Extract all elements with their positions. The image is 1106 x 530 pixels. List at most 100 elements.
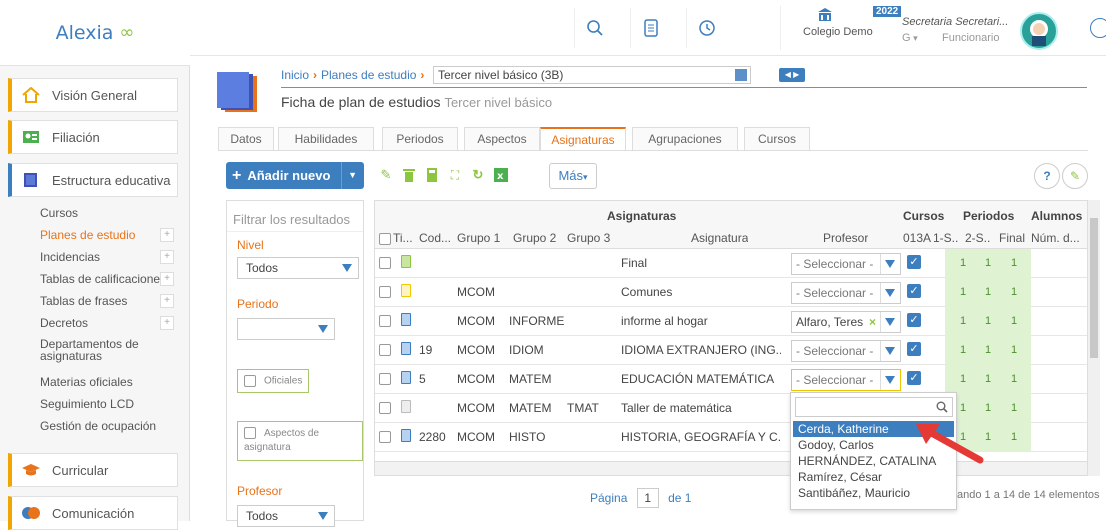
plan-selector[interactable]: Tercer nivel básico (3B)	[433, 66, 751, 84]
profesor-select[interactable]: - Seleccionar -	[791, 340, 901, 362]
dropdown-option[interactable]: Santibáñez, Mauricio	[793, 485, 954, 501]
page-input[interactable]: 1	[636, 488, 659, 508]
checkbox-checked[interactable]: ✓	[907, 255, 921, 269]
expand-tablas-frases-icon[interactable]: +	[160, 294, 174, 308]
table-row[interactable]: MCOM Comunes - Seleccionar - ✓ 1 1 1	[375, 278, 1087, 307]
subnav-cursos[interactable]: Cursos	[40, 206, 78, 220]
row-checkbox[interactable]	[379, 431, 391, 443]
vertical-scrollbar[interactable]	[1088, 200, 1100, 476]
checkbox-box[interactable]	[244, 427, 256, 440]
checkbox-box[interactable]	[244, 375, 256, 387]
subnav-gestion-ocupacion[interactable]: Gestión de ocupación	[40, 419, 156, 433]
subnav-departamentos[interactable]: Departamentos de asignaturas	[40, 338, 175, 362]
edit-circle-icon[interactable]: ✎	[1062, 163, 1088, 189]
nav-curricular[interactable]: Curricular	[8, 453, 178, 487]
calculator-icon[interactable]	[421, 163, 443, 187]
nav-vision-general[interactable]: Visión General	[8, 78, 178, 112]
checkbox-checked[interactable]: ✓	[907, 342, 921, 356]
col-codigo[interactable]: Cod...	[419, 231, 453, 245]
chevron-down-icon[interactable]: ▼	[348, 170, 357, 180]
subnav-tablas-frases[interactable]: Tablas de frases	[40, 294, 127, 308]
profesor-select[interactable]: - Seleccionar -	[791, 253, 901, 275]
col-num-alumnos[interactable]: Núm. d...	[1031, 231, 1087, 245]
scrollbar-thumb[interactable]	[1090, 218, 1098, 358]
row-checkbox[interactable]	[379, 286, 391, 298]
aspectos-checkbox[interactable]: Aspectos de asignatura	[237, 421, 363, 461]
profesor-select[interactable]: - Seleccionar -	[791, 282, 901, 304]
row-checkbox[interactable]	[379, 402, 391, 414]
refresh-icon[interactable]: ↻	[467, 163, 489, 187]
periodo-select[interactable]	[237, 318, 335, 340]
nivel-select[interactable]: Todos	[237, 257, 359, 279]
dropdown-option[interactable]: Ramírez, César	[793, 469, 954, 485]
subnav-materias-oficiales[interactable]: Materias oficiales	[40, 375, 133, 389]
prev-next-arrows[interactable]: ◀ ▶	[779, 68, 805, 82]
table-row[interactable]: Final - Seleccionar - ✓ 1 1 1	[375, 249, 1087, 278]
subnav-planes-de-estudio[interactable]: Planes de estudio	[40, 228, 135, 242]
app-logo[interactable]: Alexia ∞	[0, 0, 190, 66]
subnav-incidencias[interactable]: Incidencias	[40, 250, 100, 264]
help-button[interactable]: ?	[1034, 163, 1060, 189]
nav-filiacion[interactable]: Filiación	[8, 120, 178, 154]
tab-habilidades[interactable]: Habilidades	[278, 127, 374, 151]
profesor-select[interactable]: Alfaro, Teres ×	[791, 311, 901, 333]
table-row[interactable]: 19 MCOM IDIOM IDIOMA EXTRANJERO (ING... …	[375, 336, 1087, 365]
profesor-select[interactable]: Todos	[237, 505, 335, 527]
filter-input[interactable]: Filtrar los resultados	[233, 212, 350, 227]
nav-comunicacion[interactable]: Comunicación	[8, 496, 178, 530]
subnav-seguimiento-lcd[interactable]: Seguimiento LCD	[40, 397, 134, 411]
tab-periodos[interactable]: Periodos	[382, 127, 458, 151]
dropdown-search-input[interactable]	[795, 397, 953, 417]
add-new-button[interactable]: + Añadir nuevo ▼	[226, 162, 364, 189]
school-selector[interactable]: Colegio Demo 2022	[780, 6, 910, 50]
search-icon[interactable]	[574, 8, 614, 48]
col-grupo1[interactable]: Grupo 1	[457, 231, 500, 245]
col-1s[interactable]: 1-S...	[933, 231, 959, 245]
col-profesor[interactable]: Profesor	[823, 231, 868, 245]
breadcrumb-inicio[interactable]: Inicio	[281, 68, 309, 82]
tab-agrupaciones[interactable]: Agrupaciones	[632, 127, 738, 151]
row-checkbox[interactable]	[379, 373, 391, 385]
table-row[interactable]: MCOM INFORME informe al hogar Alfaro, Te…	[375, 307, 1087, 336]
row-checkbox[interactable]	[379, 344, 391, 356]
expand-decretos-icon[interactable]: +	[160, 316, 174, 330]
col-final[interactable]: Final	[999, 231, 1025, 245]
checkbox-checked[interactable]: ✓	[907, 284, 921, 298]
expand-planes-icon[interactable]: +	[160, 228, 174, 242]
clear-icon[interactable]: ×	[869, 312, 876, 332]
logout-icon[interactable]	[1090, 18, 1106, 38]
avatar[interactable]	[1020, 12, 1058, 50]
tab-datos[interactable]: Datos	[218, 127, 274, 151]
breadcrumb-planes[interactable]: Planes de estudio	[321, 68, 416, 82]
col-asignatura[interactable]: Asignatura	[691, 231, 748, 245]
expand-tablas-calificaciones-icon[interactable]: +	[160, 272, 174, 286]
col-tipo[interactable]: Ti...	[393, 231, 415, 245]
more-button[interactable]: Más▾	[549, 163, 597, 189]
subnav-tablas-calificaciones[interactable]: Tablas de calificaciones	[40, 272, 166, 286]
row-checkbox[interactable]	[379, 257, 391, 269]
table-row[interactable]: 5 MCOM MATEM EDUCACIÓN MATEMÁTICA - Sele…	[375, 365, 1087, 394]
tab-aspectos[interactable]: Aspectos	[464, 127, 540, 151]
expand-incidencias-icon[interactable]: +	[160, 250, 174, 264]
tab-cursos[interactable]: Cursos	[744, 127, 810, 151]
row-checkbox[interactable]	[379, 315, 391, 327]
expand-icon[interactable]: ⛶	[444, 163, 466, 187]
profesor-select[interactable]: - Seleccionar -	[791, 369, 901, 391]
col-grupo2[interactable]: Grupo 2	[513, 231, 556, 245]
tab-asignaturas[interactable]: Asignaturas	[540, 127, 626, 151]
select-all-checkbox[interactable]	[379, 233, 391, 245]
delete-icon[interactable]	[398, 163, 420, 187]
oficiales-checkbox[interactable]: Oficiales	[237, 369, 310, 393]
excel-icon[interactable]: x	[490, 163, 512, 187]
col-013a[interactable]: 013A	[903, 231, 931, 245]
checkbox-checked[interactable]: ✓	[907, 313, 921, 327]
col-grupo3[interactable]: Grupo 3	[567, 231, 610, 245]
g-menu[interactable]: G ▾	[902, 32, 918, 44]
subnav-decretos[interactable]: Decretos	[40, 316, 88, 330]
history-icon[interactable]	[686, 8, 726, 48]
document-icon[interactable]	[630, 8, 670, 48]
nav-estructura-educativa[interactable]: Estructura educativa	[8, 163, 178, 197]
edit-icon[interactable]: ✎	[375, 163, 397, 187]
checkbox-checked[interactable]: ✓	[907, 371, 921, 385]
col-2s[interactable]: 2-S...	[965, 231, 991, 245]
